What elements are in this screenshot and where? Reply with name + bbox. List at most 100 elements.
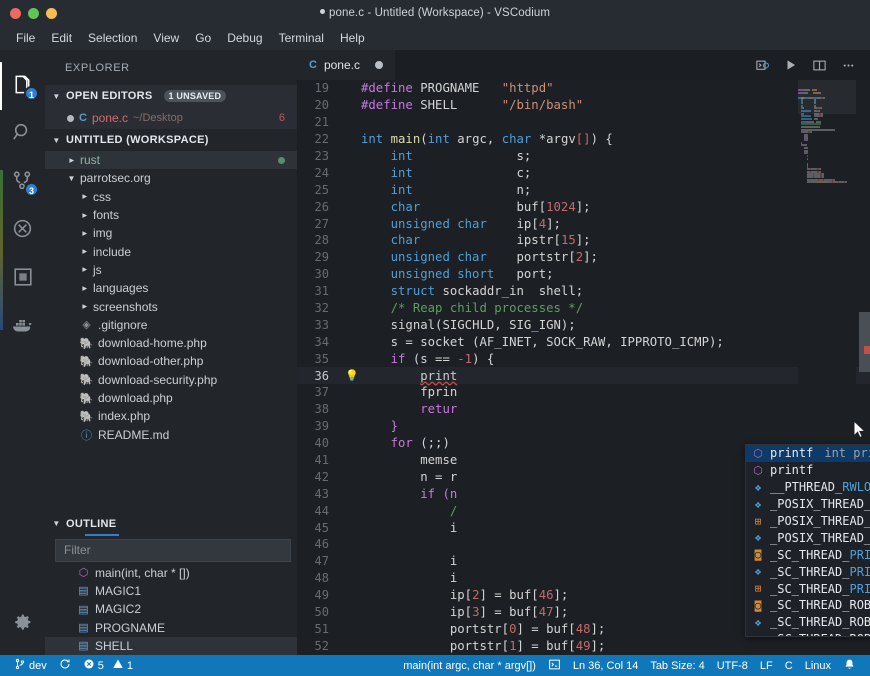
suggest-item[interactable]: ⊞ _SC_THREAD_ROBUST_PRIO_INHERIT (746, 631, 870, 636)
maximize-window-button[interactable] (46, 7, 57, 19)
code-line[interactable]: 19 #define PROGNAME "httpd" (297, 80, 870, 97)
split-terminal-icon[interactable] (755, 58, 770, 73)
chevron-right-icon[interactable]: ▼ (80, 228, 89, 239)
file-tree-item[interactable]: 🐘 index.php (45, 407, 297, 425)
open-editors-header[interactable]: ▼ OPEN EDITORS 1 UNSAVED (45, 85, 297, 107)
code-line[interactable]: 38 retur (297, 401, 870, 418)
code-line[interactable]: 32 /* Reap child processes */ (297, 300, 870, 317)
outline-item[interactable]: ▤ MAGIC2 (45, 600, 297, 618)
tab-pone-c[interactable]: C pone.c (297, 50, 395, 80)
activity-extensions[interactable] (0, 254, 45, 302)
suggest-item[interactable]: ⊞ _SC_THREAD_PRIO_INHERIT (746, 580, 870, 597)
open-editor-row[interactable]: C pone.c ~/Desktop 6 (45, 107, 297, 129)
activity-manage[interactable] (0, 599, 45, 647)
file-tree-item[interactable]: ▼ rust (45, 151, 297, 170)
suggest-widget[interactable]: ⬡ printf int printf(const char *__restrict… (745, 444, 870, 637)
menu-file[interactable]: File (8, 28, 43, 48)
file-tree-item[interactable]: ▼ languages (45, 279, 297, 297)
window-controls[interactable] (0, 7, 57, 19)
code-line[interactable]: 37 fprin (297, 384, 870, 401)
tab-dirty-icon[interactable] (374, 61, 383, 69)
file-tree-item[interactable]: 🐘 download-other.php (45, 352, 297, 370)
file-tree-item[interactable]: 🐘 download-security.php (45, 371, 297, 389)
code-line[interactable]: 22 int main(int argc, char *argv[]) { (297, 131, 870, 148)
status-sync[interactable] (53, 655, 77, 676)
status-terminal[interactable] (542, 655, 567, 676)
dirty-indicator-icon[interactable] (67, 114, 74, 122)
code-line[interactable]: 33 signal(SIGCHLD, SIG_IGN); (297, 316, 870, 333)
chevron-right-icon[interactable]: ▼ (67, 155, 76, 166)
code-line[interactable]: 30 unsigned short port; (297, 266, 870, 283)
suggest-item[interactable]: ⬡ printf int printf(const char *__restrict… (746, 445, 870, 462)
code-line[interactable]: 23 int s; (297, 148, 870, 165)
code-line[interactable]: 29 unsigned char portstr[2]; (297, 249, 870, 266)
chevron-right-icon[interactable]: ▼ (80, 301, 89, 312)
menu-selection[interactable]: Selection (80, 28, 145, 48)
suggest-item[interactable]: ❖ _SC_THREAD_PRIO_INHERIT (746, 563, 870, 580)
file-tree-item[interactable]: ▼ img (45, 224, 297, 242)
run-icon[interactable] (784, 58, 798, 72)
status-breadcrumb[interactable]: main(int argc, char * argv[]) (397, 655, 542, 676)
menu-edit[interactable]: Edit (43, 28, 80, 48)
code-line[interactable]: 21 (297, 114, 870, 131)
code-line[interactable]: 20 #define SHELL "/bin/bash" (297, 97, 870, 114)
chevron-right-icon[interactable]: ▼ (80, 246, 89, 257)
outline-item[interactable]: ▤ SHELL (45, 636, 297, 655)
status-notifications[interactable] (837, 655, 862, 676)
file-tree-item[interactable]: ▼ include (45, 242, 297, 260)
menu-debug[interactable]: Debug (219, 28, 270, 48)
suggest-item[interactable]: ⬡ printf (746, 462, 870, 479)
suggest-item[interactable]: ❖ _POSIX_THREAD_PRIO_INHERIT (746, 496, 870, 513)
file-tree-item[interactable]: 🐘 download.php (45, 389, 297, 407)
activity-source-control[interactable]: 3 (0, 158, 45, 206)
menu-view[interactable]: View (145, 28, 187, 48)
file-tree-item[interactable]: ▼ screenshots (45, 297, 297, 315)
chevron-down-icon[interactable]: ▼ (66, 174, 77, 183)
workspace-header[interactable]: ▼ UNTITLED (WORKSPACE) (45, 129, 297, 151)
outline-item[interactable]: ▤ PROGNAME (45, 618, 297, 636)
split-editor-icon[interactable] (812, 58, 827, 73)
code-line[interactable]: 24 int c; (297, 164, 870, 181)
chevron-right-icon[interactable]: ▼ (80, 283, 89, 294)
outline-item[interactable]: ▤ MAGIC1 (45, 582, 297, 600)
code-line[interactable]: 25 int n; (297, 181, 870, 198)
outline-item[interactable]: ⬡ main(int, char * []) (45, 564, 297, 582)
suggest-item[interactable]: ◙ _SC_THREAD_ROBUST_PRIO_INHERIT (746, 597, 870, 614)
code-line[interactable]: 26 char buf[1024]; (297, 198, 870, 215)
file-tree-item[interactable]: ▼ js (45, 261, 297, 279)
chevron-right-icon[interactable]: ▼ (80, 191, 89, 202)
code-line[interactable]: 35 if (s == -1) { (297, 350, 870, 367)
status-platform[interactable]: Linux (799, 655, 837, 676)
code-line[interactable]: 31 struct sockaddr_in shell; (297, 283, 870, 300)
file-tree-item[interactable]: 🐘 download-home.php (45, 334, 297, 352)
status-branch[interactable]: dev (8, 655, 53, 676)
activity-docker[interactable] (0, 302, 45, 350)
minimize-window-button[interactable] (28, 7, 39, 19)
suggest-item[interactable]: ❖ _SC_THREAD_ROBUST_PRIO_INHERIT (746, 614, 870, 631)
code-line[interactable]: 53 port = portstr[0] << 8 | portstr[1]; (297, 654, 870, 655)
activity-search[interactable] (0, 110, 45, 158)
chevron-right-icon[interactable]: ▼ (80, 210, 89, 221)
status-language[interactable]: C (779, 655, 799, 676)
status-encoding[interactable]: UTF-8 (711, 655, 754, 676)
suggest-item[interactable]: ◙ _SC_THREAD_PRIO_INHERIT (746, 546, 870, 563)
more-actions-icon[interactable] (841, 58, 856, 73)
outline-header[interactable]: ▼ OUTLINE (45, 513, 297, 536)
menu-go[interactable]: Go (187, 28, 219, 48)
code-line[interactable]: 27 unsigned char ip[4]; (297, 215, 870, 232)
status-position[interactable]: Ln 36, Col 14 (567, 655, 644, 676)
code-editor[interactable]: 19 #define PROGNAME "httpd" 20 #define SHEL… (297, 80, 870, 655)
file-tree-item[interactable]: ▼ parrotsec.org (45, 169, 297, 187)
code-line[interactable]: 28 char ipstr[15]; (297, 232, 870, 249)
file-tree-item[interactable]: ▼ fonts (45, 206, 297, 224)
menu-terminal[interactable]: Terminal (271, 28, 332, 48)
activity-debug[interactable] (0, 206, 45, 254)
code-line[interactable]: 36 💡 print (297, 367, 870, 385)
file-tree-item[interactable]: ◈ .gitignore (45, 316, 297, 334)
suggest-item[interactable]: ⊞ _POSIX_THREAD_PRIO_INHERIT (746, 513, 870, 530)
close-window-button[interactable] (10, 7, 21, 19)
lightbulb-icon[interactable]: 💡 (343, 369, 361, 382)
scrollbar-thumb[interactable] (859, 312, 870, 372)
status-problems[interactable]: 5 1 (77, 655, 139, 676)
menu-help[interactable]: Help (332, 28, 373, 48)
